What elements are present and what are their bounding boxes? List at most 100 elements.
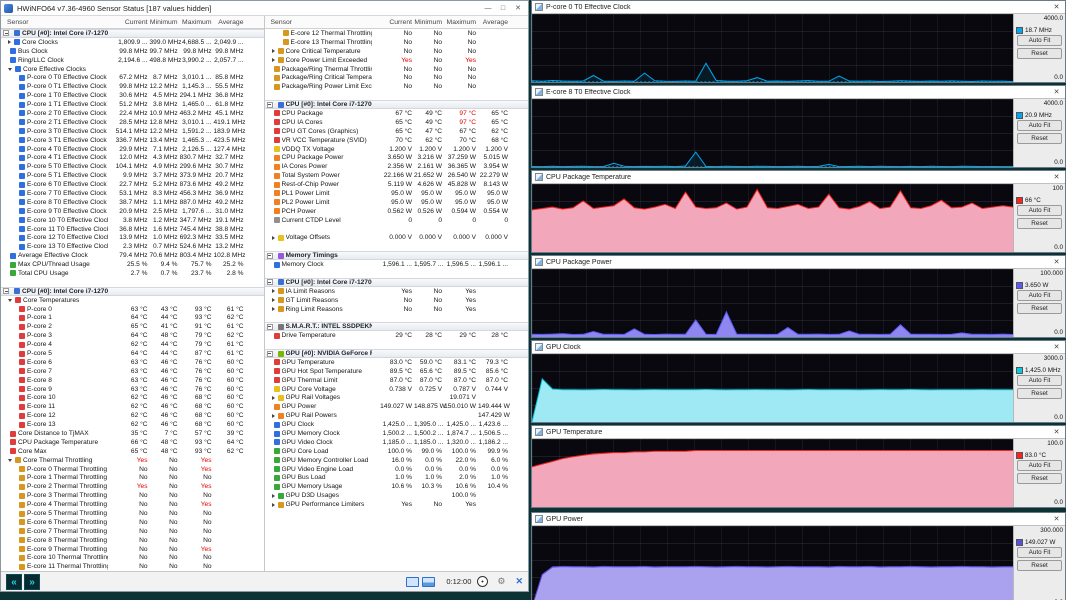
sensor-row[interactable]: GPU Hot Spot Temperature 89.5 °C 65.6 °C 89… [265,367,529,376]
close-icon[interactable]: ✕ [1051,515,1062,523]
sensor-row[interactable]: Bus Clock 99.8 MHz 99.7 MHz 99.8 MHz 99.8 MH… [1,47,264,56]
sensor-row[interactable]: E-core 10 Thermal Throttling No No No [1,554,264,563]
sensor-row[interactable]: Average Effective Clock 79.4 MHz 70.6 MHz 8… [1,251,264,260]
sensor-row[interactable]: E-core 9 T0 Effective Clock 20.9 MHz 2.5 M… [1,207,264,216]
sensor-row[interactable]: E-core 8 63 °C 46 °C 76 °C 60 °C [1,376,264,385]
sensor-row[interactable]: P-core 4 Thermal Throttling No No Yes [1,500,264,509]
sensor-row[interactable]: GPU Video Engine Load 0.0 % 0.0 % 0.0 % 0.0 … [265,465,529,474]
next-page-button[interactable]: » [24,573,40,590]
sensor-row[interactable]: Package/Ring Power Limit Exceeded No No No [265,82,529,91]
auto-fit-button[interactable]: Auto Fit [1017,375,1062,386]
reset-button[interactable]: Reset [1017,133,1062,144]
close-icon[interactable]: ✕ [1051,88,1062,96]
sensor-row[interactable]: E-core 8 T0 Effective Clock 38.7 MHz 1.1 M… [1,198,264,207]
sensor-row[interactable]: E-core 12 62 °C 46 °C 68 °C 60 °C [1,411,264,420]
sensor-row[interactable]: E-core 9 63 °C 46 °C 76 °C 60 °C [1,385,264,394]
sensor-row[interactable]: P-core 1 64 °C 44 °C 93 °C 62 °C [1,314,264,323]
graph-titlebar[interactable]: GPU Power ✕ [532,513,1065,526]
sensor-row[interactable]: Core Max 65 °C 48 °C 93 °C 62 °C [1,447,264,456]
sensor-row[interactable]: P-core 2 T0 Effective Clock 22.4 MHz 10.9 … [1,109,264,118]
sensor-row[interactable]: P-core 3 64 °C 48 °C 79 °C 62 °C [1,331,264,340]
sensor-row[interactable]: P-core 1 T0 Effective Clock 30.6 MHz 4.5 M… [1,91,264,100]
sensor-row[interactable]: E-core 11 62 °C 46 °C 68 °C 60 °C [1,402,264,411]
sensor-row[interactable]: E-core 13 Thermal Throttling No No No [265,38,529,47]
sensor-row[interactable]: E-core 7 63 °C 46 °C 76 °C 60 °C [1,367,264,376]
reset-button[interactable]: Reset [1017,218,1062,229]
collapse-box-icon[interactable] [3,288,9,295]
collapse-box-icon[interactable] [266,323,273,330]
reset-button[interactable]: Reset [1017,473,1062,484]
sensor-section-row[interactable]: GPU [#0]: NVIDIA GeForce RTX 3070 L... [264,349,528,358]
graph-titlebar[interactable]: GPU Clock ✕ [532,341,1065,354]
auto-fit-button[interactable]: Auto Fit [1017,290,1062,301]
sensor-row[interactable]: PCH Power 0.562 W 0.526 W 0.594 W 0.554 W [265,207,529,216]
sensor-window-titlebar[interactable]: HWiNFO64 v7.36-4960 Sensor Status [187 v… [1,1,528,16]
sensor-row[interactable]: IA Cores Power 2.356 W 2.161 W 36.365 W 3.95… [265,162,529,171]
close-sensors-icon[interactable]: ✕ [515,576,523,587]
expand-arrow-icon[interactable] [8,40,11,45]
collapse-box-icon[interactable] [266,101,273,108]
sensor-row[interactable]: P-core 0 Thermal Throttling No No Yes [1,465,264,474]
settings-gear-icon[interactable]: ⚙ [497,576,505,587]
sensor-row[interactable]: P-core 1 Thermal Throttling No No No [1,474,264,483]
sensor-row[interactable]: Memory Clock 1,596.1 ... 1,595.7 ... 1,596.… [265,260,529,269]
sensor-row[interactable]: GPU Video Clock 1,185.0 ... 1,185.0 ... 1,3… [265,438,529,447]
sensor-row[interactable]: Core Critical Temperature No No No [265,47,529,56]
graph-titlebar[interactable]: CPU Package Power ✕ [532,256,1065,269]
sensor-row[interactable]: IA Limit Reasons Yes No Yes [265,287,529,296]
sensor-row[interactable]: GPU Temperature 83.0 °C 59.0 °C 83.1 °C 79.3… [265,358,529,367]
sensor-row[interactable]: P-core 2 65 °C 41 °C 91 °C 61 °C [1,322,264,331]
sensor-row[interactable]: Ring Limit Reasons No No Yes [265,305,529,314]
graph-titlebar[interactable]: P-core 0 T0 Effective Clock ✕ [532,1,1065,14]
close-icon[interactable]: ✕ [1051,343,1062,351]
sensor-row[interactable]: P-core 5 64 °C 44 °C 87 °C 61 °C [1,349,264,358]
layout-monitor-icon[interactable] [406,576,420,587]
graph-titlebar[interactable]: E-core 8 T0 Effective Clock ✕ [532,86,1065,99]
collapse-box-icon[interactable] [266,350,273,357]
sensor-row[interactable]: P-core 2 Thermal Throttling Yes No Yes [1,482,264,491]
sensor-row[interactable]: GPU Clock 1,425.0 ... 1,395.0 ... 1,425.0 .… [265,420,529,429]
sensor-row[interactable]: GPU Memory Clock 1,500.2 ... 1,500.2 ... 1,… [265,429,529,438]
sensor-row[interactable]: E-core 12 T0 Effective Clock 13.9 MHz 1.0 … [1,233,264,242]
sensor-section-row[interactable]: CPU [#0]: Intel Core i7-12700H: DTS [1,286,264,296]
collapse-box-icon[interactable] [266,252,273,259]
sensor-row[interactable]: P-core 3 T0 Effective Clock 514.1 MHz 12.2… [1,127,264,136]
sensor-row[interactable]: GPU Rail Powers 147.429 W [265,411,529,420]
sensor-row[interactable]: GPU Bus Load 1.0 % 1.0 % 2.0 % 1.0 % [265,474,529,483]
sensor-row[interactable]: E-core 6 63 °C 46 °C 76 °C 60 °C [1,358,264,367]
expand-arrow-icon[interactable] [271,502,275,507]
collapse-box-icon[interactable] [266,279,273,286]
reset-button[interactable]: Reset [1017,560,1062,571]
sensor-row[interactable]: Package/Ring Critical Temperature No No No [265,73,529,82]
auto-fit-button[interactable]: Auto Fit [1017,205,1062,216]
auto-fit-button[interactable]: Auto Fit [1017,35,1062,46]
expand-arrow-icon[interactable] [271,298,275,303]
graph-monitor-icon[interactable] [422,576,436,587]
sensor-row[interactable]: P-core 5 Thermal Throttling No No No [1,509,264,518]
sensor-section-row[interactable]: Memory Timings [264,251,528,261]
sensor-row[interactable]: PL2 Power Limit 95.0 W 95.0 W 95.0 W 95.0 W [265,198,529,207]
sensor-row[interactable]: Core Distance to TjMAX 35 °C 7 °C 57 °C 39 °… [1,429,264,438]
sensor-row[interactable]: GPU Core Voltage 0.738 V 0.725 V 0.787 V 0.7… [265,385,529,394]
expand-arrow-icon[interactable] [271,413,275,418]
expand-arrow-icon[interactable] [271,49,275,54]
sensor-row[interactable]: Package/Ring Thermal Throttling No No No [265,65,529,74]
sensor-row[interactable]: E-core 7 T0 Effective Clock 53.1 MHz 8.3 M… [1,189,264,198]
sensor-section-row[interactable]: CPU [#0]: Intel Core i7-12700H: Enhan... [264,100,528,110]
expand-arrow-icon[interactable] [8,298,12,302]
sensor-row[interactable]: E-core 6 Thermal Throttling No No No [1,518,264,527]
sensor-row[interactable]: P-core 5 T0 Effective Clock 104.1 MHz 4.9 … [1,162,264,171]
sensor-row[interactable]: E-core 11 T0 Effective Clock 36.8 MHz 1.6 … [1,225,264,234]
expand-arrow-icon[interactable] [8,67,12,71]
sensor-row[interactable]: Ring/LLC Clock 2,194.6 ... 498.8 MHz 3,990.… [1,56,264,65]
sensor-row[interactable]: E-core 7 Thermal Throttling No No No [1,527,264,536]
sensor-section-row[interactable]: CPU [#0]: Intel Core i7-12700H [1,29,264,38]
graph-titlebar[interactable]: CPU Package Temperature ✕ [532,171,1065,184]
auto-fit-button[interactable]: Auto Fit [1017,460,1062,471]
sensor-row[interactable]: P-core 4 62 °C 44 °C 79 °C 61 °C [1,340,264,349]
sensor-row[interactable]: Core Power Limit Exceeded Yes No Yes [265,56,529,65]
sensor-row[interactable]: P-core 1 T1 Effective Clock 51.2 MHz 3.8 M… [1,100,264,109]
reset-button[interactable]: Reset [1017,303,1062,314]
sensor-row[interactable]: P-core 3 T1 Effective Clock 336.7 MHz 13.4… [1,136,264,145]
sensor-row[interactable]: P-core 3 Thermal Throttling No No No [1,491,264,500]
